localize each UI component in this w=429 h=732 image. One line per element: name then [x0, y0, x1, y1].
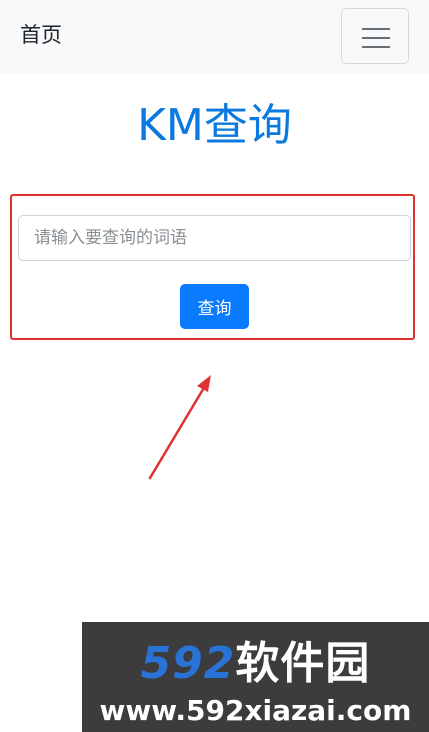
watermark-url: www.592xiazai.com: [99, 694, 412, 727]
navbar: 首页: [0, 0, 429, 74]
hamburger-menu-icon: [362, 28, 390, 30]
menu-toggle-button[interactable]: [341, 8, 409, 64]
home-link[interactable]: 首页: [20, 20, 62, 50]
hamburger-menu-icon-bar: [362, 46, 390, 48]
watermark-brand: 592软件园: [82, 636, 429, 692]
search-input[interactable]: [18, 215, 411, 261]
hamburger-menu-icon-bar: [362, 37, 390, 39]
watermark-text: 软件园: [235, 638, 371, 689]
watermark-number: 592: [140, 638, 236, 689]
page-title: KM查询: [137, 100, 292, 151]
search-button[interactable]: 查询: [180, 284, 249, 329]
annotation-arrowhead: [197, 375, 211, 392]
watermark-logo: 592软件园 www.592xiazai.com: [82, 622, 429, 732]
annotation-arrow-line: [148, 384, 207, 480]
